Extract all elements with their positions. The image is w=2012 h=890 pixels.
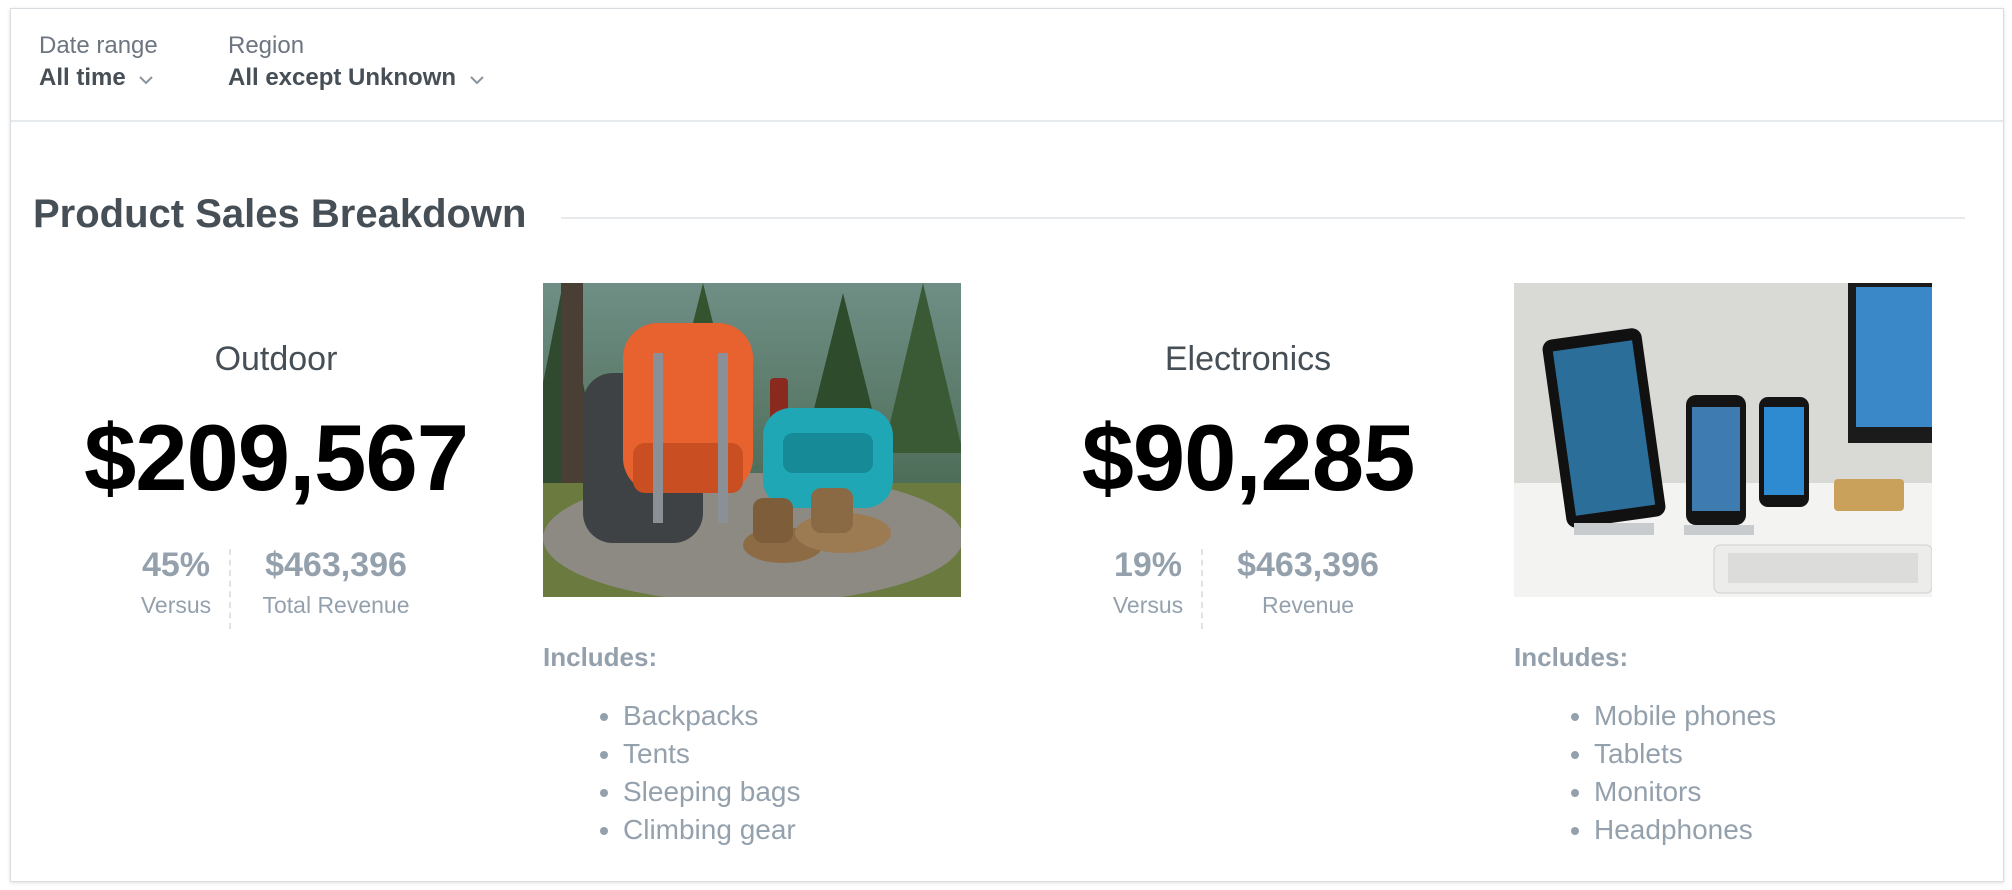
filter-bar: Date range All time Region All except Un… xyxy=(11,9,2003,122)
date-range-label: Date range xyxy=(39,32,158,59)
includes-title: Includes: xyxy=(543,642,658,672)
outdoor-includes: Includes: Backpacks Tents Sleeping bags … xyxy=(543,639,800,849)
includes-list: Backpacks Tents Sleeping bags Climbing g… xyxy=(543,697,800,849)
kpi-compare-total: $463,396 Total Revenue xyxy=(246,543,426,623)
electronics-includes: Includes: Mobile phones Tablets Monitors… xyxy=(1514,639,1776,849)
kpi-value: $209,567 xyxy=(83,405,469,510)
region-value[interactable]: All except Unknown xyxy=(228,61,456,95)
date-range-value[interactable]: All time xyxy=(39,61,126,95)
compare-percent-label: Versus xyxy=(140,592,212,618)
section-title: Product Sales Breakdown xyxy=(33,192,527,236)
compare-percent-value: 19% xyxy=(1113,546,1183,584)
kpi-compare-percent: 19% Versus xyxy=(1088,543,1208,623)
list-item: Headphones xyxy=(1594,811,1776,849)
list-item: Tablets xyxy=(1594,735,1776,773)
dashboard-frame: Date range All time Region All except Un… xyxy=(10,8,2004,882)
kpi-compare-percent: 45% Versus xyxy=(116,543,236,623)
date-range-filter[interactable]: Date range All time xyxy=(39,31,158,95)
region-filter[interactable]: Region All except Unknown xyxy=(228,31,485,95)
compare-total-label: Revenue xyxy=(1261,592,1355,618)
compare-divider xyxy=(229,549,231,629)
list-item: Mobile phones xyxy=(1594,697,1776,735)
kpi-compare: 19% Versus $463,396 Revenue xyxy=(1018,543,1478,631)
includes-title: Includes: xyxy=(1514,642,1629,672)
kpi-outdoor[interactable]: Outdoor $209,567 45% Versus $463,396 Tot… xyxy=(46,337,506,631)
list-item: Backpacks xyxy=(623,697,800,735)
compare-total-label: Total Revenue xyxy=(262,592,410,618)
compare-percent-label: Versus xyxy=(1112,592,1184,618)
chevron-down-icon[interactable] xyxy=(469,72,485,90)
compare-divider xyxy=(1201,549,1203,629)
outdoor-gear-photo xyxy=(543,283,961,597)
compare-total-value: $463,396 xyxy=(265,546,407,584)
list-item: Tents xyxy=(623,735,800,773)
list-item: Sleeping bags xyxy=(623,773,800,811)
electronics-devices-photo xyxy=(1514,283,1932,597)
chevron-down-icon[interactable] xyxy=(138,72,154,90)
list-item: Monitors xyxy=(1594,773,1776,811)
region-label: Region xyxy=(228,32,305,59)
compare-total-value: $463,396 xyxy=(1237,546,1379,584)
kpi-title: Electronics xyxy=(1164,340,1332,378)
section-divider xyxy=(561,217,1965,219)
kpi-compare: 45% Versus $463,396 Total Revenue xyxy=(46,543,506,631)
kpi-title: Outdoor xyxy=(214,340,338,378)
list-item: Climbing gear xyxy=(623,811,800,849)
kpi-value: $90,285 xyxy=(1081,405,1416,510)
compare-percent-value: 45% xyxy=(141,546,211,584)
includes-list: Mobile phones Tablets Monitors Headphone… xyxy=(1514,697,1776,849)
kpi-compare-total: $463,396 Revenue xyxy=(1218,543,1398,623)
kpi-electronics[interactable]: Electronics $90,285 19% Versus $463,396 … xyxy=(1018,337,1478,631)
